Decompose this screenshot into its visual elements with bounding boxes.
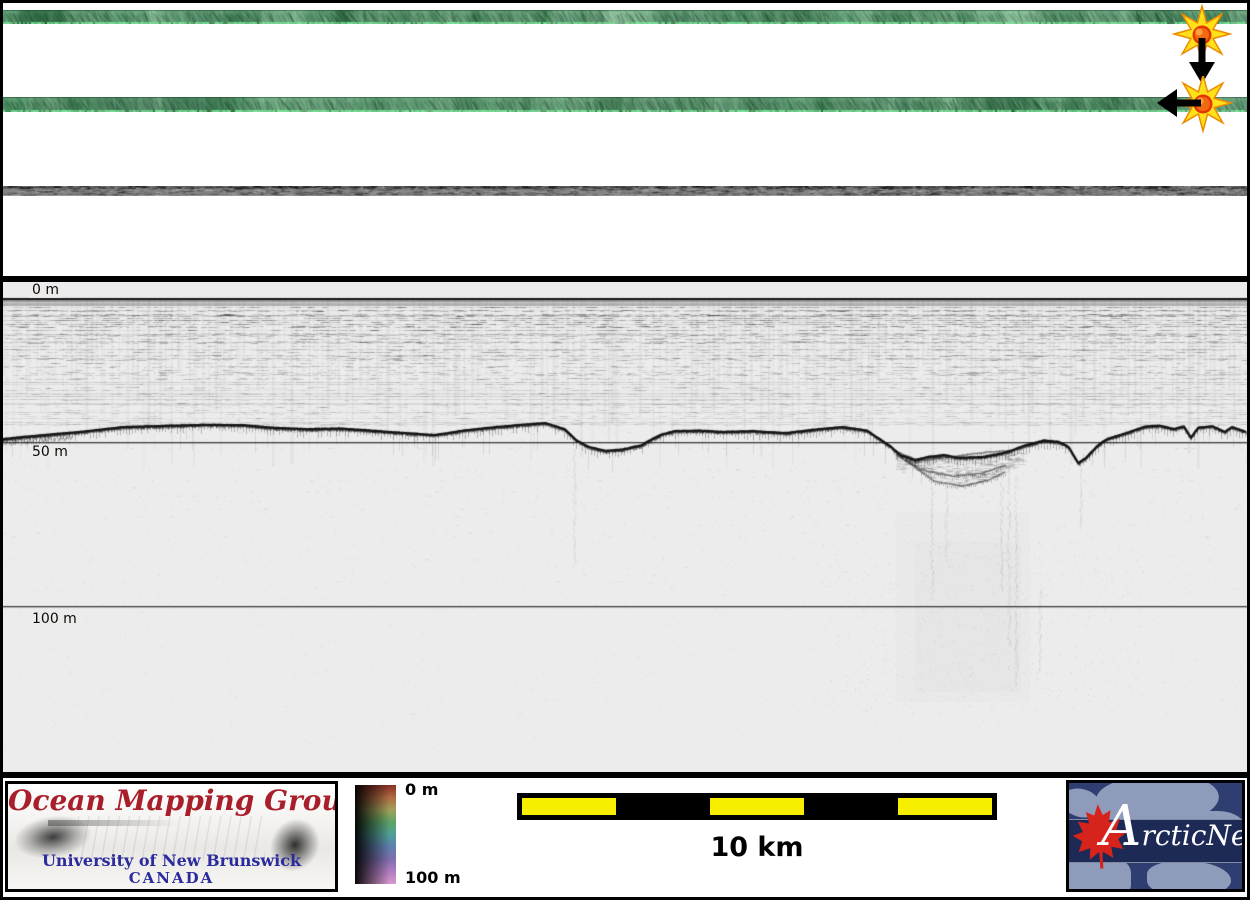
arcticnet-logo: ArcticNet (1066, 780, 1245, 892)
scale-bar-segment (616, 798, 710, 815)
omg-title: Ocean Mapping Group (8, 784, 335, 817)
depth-colorbar (355, 785, 396, 884)
depth-label-0m: 0 m (29, 283, 62, 298)
arcticnet-initial: A (1101, 794, 1141, 859)
echogram-canvas (3, 282, 1247, 772)
sidescan-strip (3, 186, 1247, 196)
arcticnet-title: ArcticNet (1101, 799, 1245, 855)
scale-bar-label: 10 km (517, 832, 997, 863)
scale-bar (517, 793, 997, 820)
depth-label-50m: 50 m (29, 445, 71, 460)
colorbar-shading (355, 785, 396, 884)
scale-bar-segment (710, 798, 804, 815)
subbottom-echogram-panel: 0 m 50 m 100 m (3, 276, 1247, 778)
scale-bar-segment (898, 798, 992, 815)
starburst-marker-left-icon (1083, 76, 1233, 138)
arcticnet-rest: rcticNet (1141, 819, 1245, 852)
scale-bar-segment (522, 798, 616, 815)
scale-bar-segment (804, 798, 898, 815)
swath-strip-2 (3, 97, 1247, 112)
omg-survey-figure: 0 m 50 m 100 m Ocean Mapping Group Unive… (0, 0, 1250, 900)
footer-bar: Ocean Mapping Group University of New Br… (3, 778, 1247, 897)
omg-country: CANADA (8, 869, 335, 887)
colorbar-label-bottom: 100 m (405, 868, 461, 887)
omg-university: University of New Brunswick (8, 851, 335, 870)
colorbar-label-top: 0 m (405, 780, 438, 799)
depth-label-100m: 100 m (29, 612, 80, 627)
swath-strip-1 (3, 10, 1247, 24)
omg-logo: Ocean Mapping Group University of New Br… (5, 781, 338, 892)
swath-strips-panel (3, 3, 1247, 276)
arctic-map-land (1147, 861, 1231, 892)
